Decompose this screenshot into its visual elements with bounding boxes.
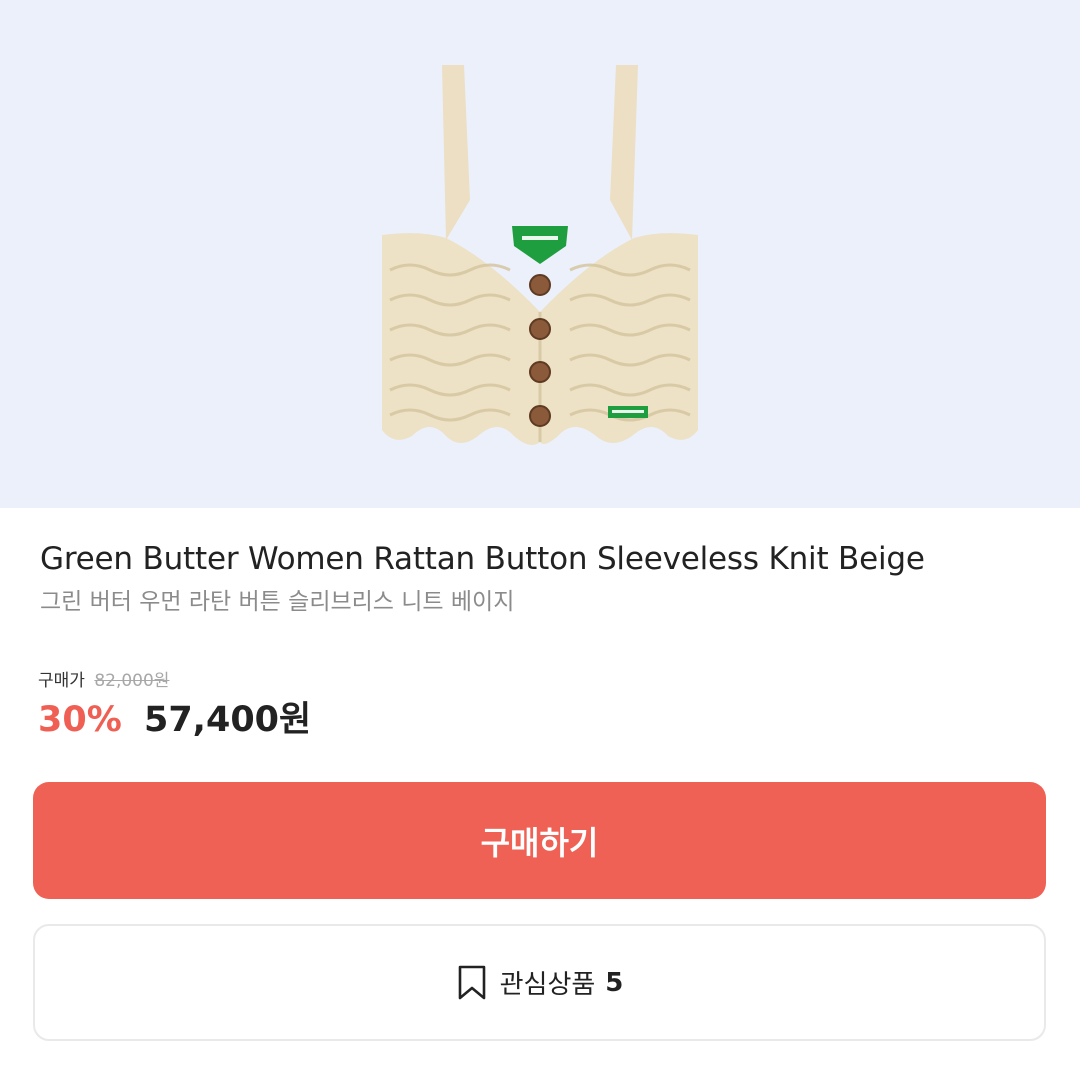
- wishlist-label: 관심상품: [499, 970, 596, 1000]
- purchase-price-label: 구매가: [38, 671, 85, 691]
- product-image[interactable]: [360, 50, 720, 450]
- buy-button[interactable]: 구매하기: [33, 782, 1046, 899]
- discount-rate: 30%: [38, 700, 122, 740]
- product-detail-page: Green Butter Women Rattan Button Sleevel…: [0, 0, 1080, 1080]
- product-title: Green Butter Women Rattan Button Sleevel…: [40, 541, 925, 577]
- price-label-row: 구매가 82,000원: [38, 668, 169, 694]
- original-price: 82,000원: [94, 671, 170, 691]
- wishlist-count: 5: [605, 967, 624, 998]
- sale-price: 57,400원: [143, 700, 312, 740]
- bookmark-icon: [458, 965, 485, 999]
- price-row: 30% 57,400원: [38, 696, 311, 744]
- product-subtitle-korean: 그린 버터 우먼 라탄 버튼 슬리브리스 니트 베이지: [40, 589, 515, 615]
- product-image-area: [0, 0, 1080, 508]
- wishlist-button[interactable]: 관심상품 5: [33, 924, 1046, 1041]
